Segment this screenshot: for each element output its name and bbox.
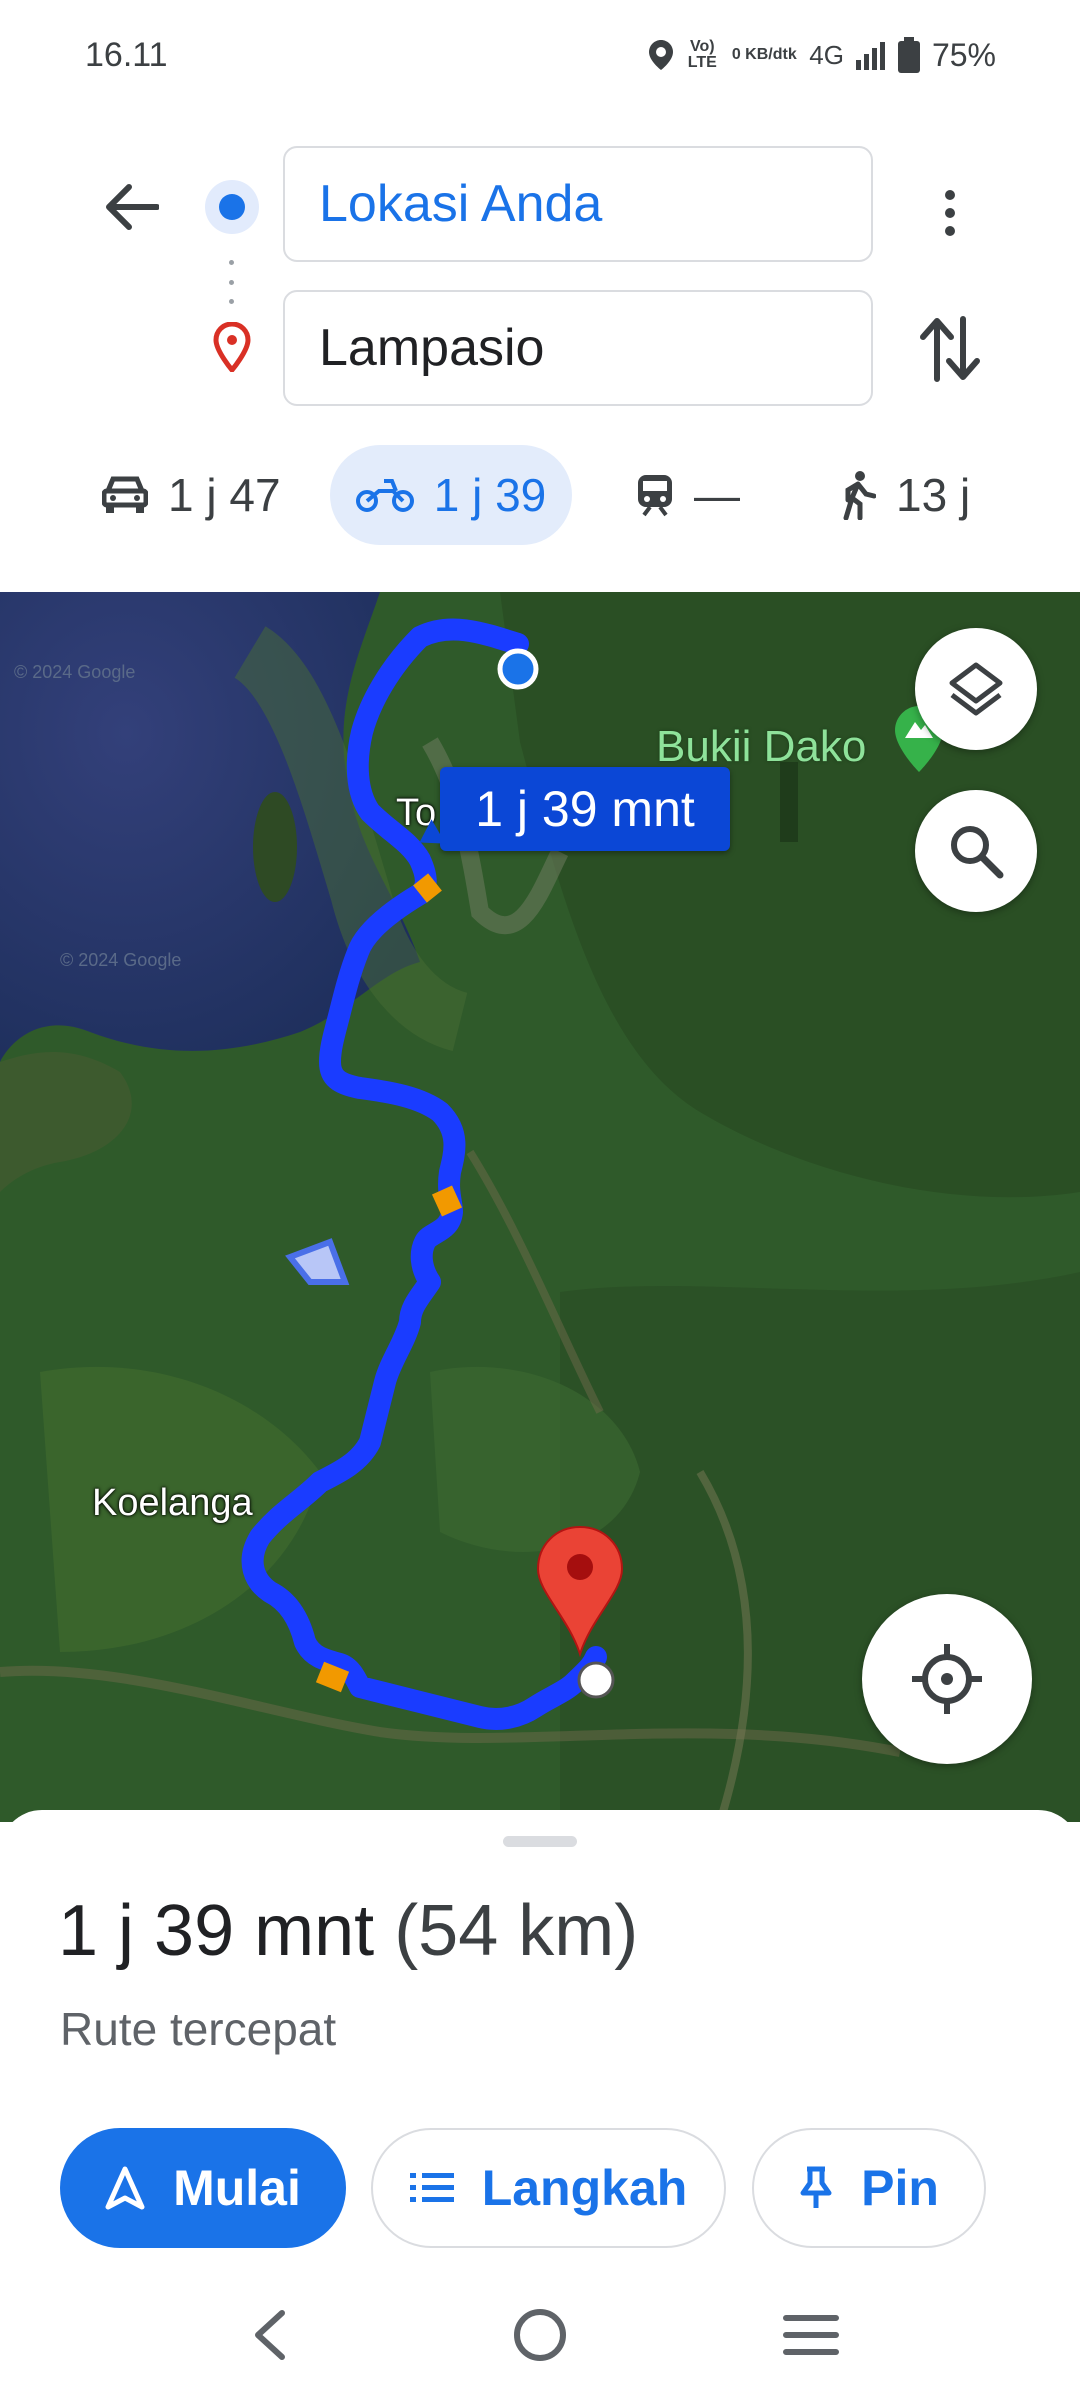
motorcycle-icon	[355, 479, 414, 512]
volte-indicator: Vo) LTE	[687, 38, 717, 71]
origin-dot-icon	[205, 180, 259, 234]
pushpin-icon	[800, 2166, 832, 2208]
tab-car[interactable]: 1 j 47	[102, 445, 281, 545]
steps-button-label: Langkah	[481, 2160, 688, 2216]
nav-back-button[interactable]	[225, 2290, 315, 2380]
home-circle-icon	[514, 2309, 566, 2361]
start-button[interactable]: Mulai	[60, 2128, 346, 2248]
origin-field[interactable]: Lokasi Anda	[283, 146, 873, 262]
nav-home-button[interactable]	[495, 2290, 585, 2380]
battery-level: 75%	[931, 36, 996, 73]
route-description: Rute tercepat	[60, 2003, 337, 2055]
more-options-button[interactable]	[920, 180, 980, 246]
status-time: 16.11	[85, 36, 168, 74]
signal-icon	[855, 42, 885, 70]
nav-recents-button[interactable]	[766, 2290, 856, 2380]
start-button-label: Mulai	[173, 2160, 301, 2216]
crosshair-icon	[912, 1644, 982, 1714]
chevron-left-icon	[255, 2310, 285, 2360]
destination-field[interactable]: Lampasio	[283, 290, 873, 406]
car-icon	[102, 476, 148, 513]
route-connector-icon	[228, 260, 234, 304]
map-search-button[interactable]	[915, 790, 1037, 912]
system-navigation-bar	[0, 2270, 1080, 2400]
back-button[interactable]	[96, 172, 166, 242]
arrow-back-icon	[106, 184, 159, 230]
status-icons: Vo) LTE 0 KB/dtk 4G 75%	[649, 30, 996, 80]
list-icon	[409, 2173, 454, 2202]
tab-transit-label: —	[694, 469, 740, 521]
network-type: 4G	[809, 39, 844, 70]
map-view[interactable]: © 2024 Google © 2024 Google To Bukii Dak…	[0, 592, 1080, 1822]
layers-button[interactable]	[915, 628, 1037, 750]
map-watermark-mid: © 2024 Google	[60, 950, 182, 970]
tab-walk[interactable]: 13 j	[840, 445, 970, 545]
walk-icon	[843, 471, 876, 520]
tab-car-label: 1 j 47	[168, 469, 281, 521]
route-distance: (54 km)	[394, 1891, 639, 1971]
swap-icon[interactable]	[915, 313, 985, 385]
navigation-arrow-icon	[105, 2166, 145, 2210]
tab-transit[interactable]: —	[636, 445, 740, 545]
layers-icon	[949, 662, 1003, 716]
train-icon	[638, 475, 672, 517]
place-label-bukit-dako: Bukii Dako	[656, 722, 867, 771]
search-icon	[951, 826, 1004, 879]
route-summary: 1 j 39 mnt (54 km)	[58, 1890, 638, 1972]
directions-panel: Lokasi Anda Lampasio 1 j 47 1 j 39 — 13 …	[0, 110, 1080, 590]
tab-motorcycle[interactable]: 1 j 39	[330, 445, 572, 545]
location-icon	[649, 40, 674, 70]
travel-mode-tabs: 1 j 47 1 j 39 — 13 j	[0, 445, 1080, 545]
data-speed: 0 KB/dtk	[731, 46, 797, 63]
route-time-bubble[interactable]: 1 j 39 mnt	[440, 767, 730, 851]
menu-icon	[783, 2315, 839, 2355]
battery-icon	[897, 37, 920, 73]
sheet-drag-handle[interactable]	[503, 1836, 577, 1847]
map-watermark-top: © 2024 Google	[14, 662, 136, 682]
destination-pin-icon	[213, 322, 251, 372]
pin-button[interactable]: Pin	[752, 2128, 986, 2248]
my-location-button[interactable]	[862, 1594, 1032, 1764]
steps-button[interactable]: Langkah	[371, 2128, 726, 2248]
tab-walk-label: 13 j	[896, 469, 971, 521]
place-label-koelanga: Koelanga	[92, 1482, 253, 1524]
status-bar: 16.11 Vo) LTE 0 KB/dtk 4G 75%	[0, 0, 1080, 110]
tab-motorcycle-label: 1 j 39	[433, 469, 547, 521]
route-duration: 1 j 39 mnt	[58, 1891, 375, 1971]
pin-button-label: Pin	[861, 2160, 939, 2216]
